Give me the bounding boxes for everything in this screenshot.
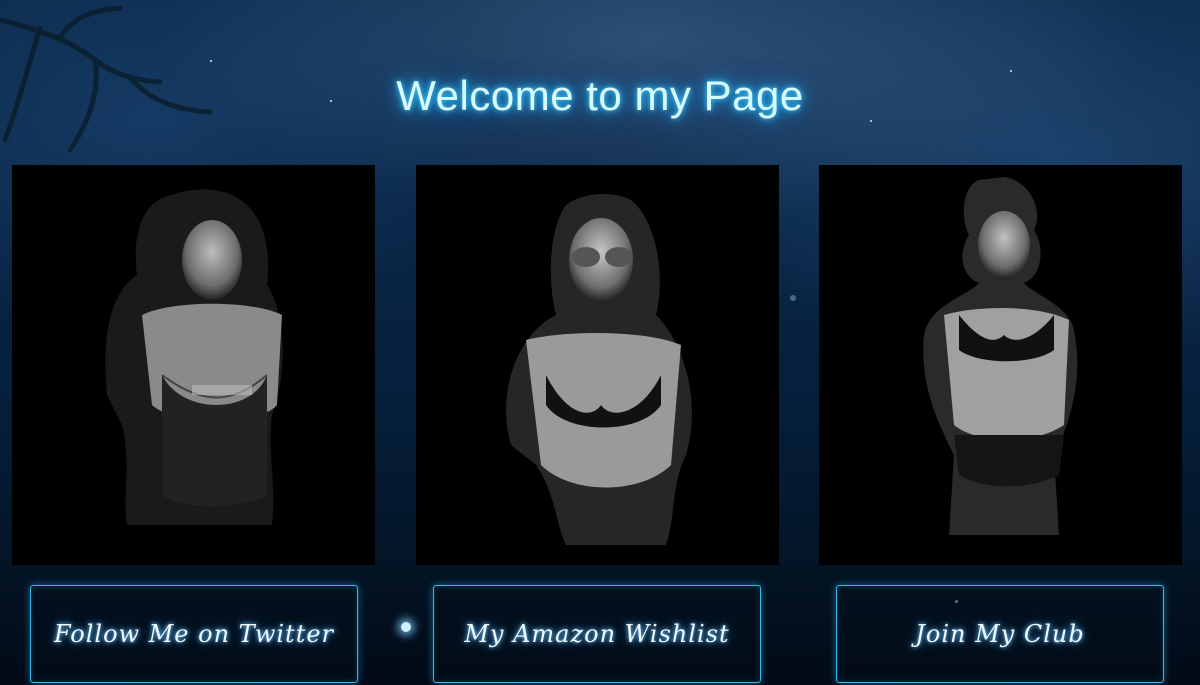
model-photo-2 [506, 193, 692, 545]
star-decoration [870, 120, 872, 122]
page-title: Welcome to my Page [396, 72, 804, 120]
amazon-wishlist-label: My Amazon Wishlist [464, 620, 730, 648]
photo-card-1[interactable] [12, 165, 375, 565]
follow-twitter-label: Follow Me on Twitter [53, 620, 335, 648]
follow-twitter-button[interactable]: Follow Me on Twitter [30, 585, 358, 683]
star-decoration [790, 295, 796, 301]
amazon-wishlist-button[interactable]: My Amazon Wishlist [433, 585, 761, 683]
photo-card-2[interactable] [416, 165, 779, 565]
join-club-label: Join My Club [915, 620, 1085, 648]
glow-orb-decoration [401, 622, 411, 632]
join-club-button[interactable]: Join My Club [836, 585, 1164, 683]
star-decoration [210, 60, 212, 62]
model-photo-1 [105, 189, 283, 525]
photo-card-3[interactable] [819, 165, 1182, 565]
model-photo-3 [923, 177, 1078, 535]
